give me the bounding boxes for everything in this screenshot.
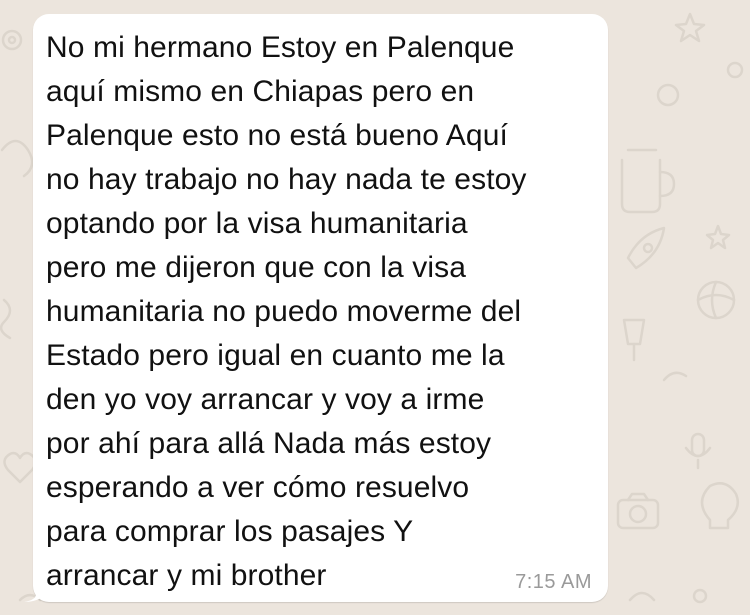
message-line: esperando a ver cómo resuelvo: [46, 471, 470, 504]
message-line: por ahí para allá Nada más estoy: [46, 427, 492, 460]
heart-doodle-icon: [3, 451, 37, 484]
ball-doodle-icon: [696, 280, 736, 320]
message-line: pero me dijeron que con la visa: [46, 251, 467, 284]
bulb-doodle-icon: [700, 482, 739, 530]
swirl-doodle-icon: [0, 139, 34, 340]
message-text: No mi hermano Estoy en Palenque aquí mis…: [46, 26, 527, 598]
star-doodle-icon: [674, 12, 731, 250]
message-line: para comprar los pasajes Y: [46, 515, 414, 548]
camera-doodle-icon: [616, 492, 660, 530]
message-line: humanitaria no puedo moverme del: [46, 295, 522, 328]
message-line: Estado pero igual en cuanto me la: [46, 339, 505, 372]
message-line: arrancar y mi brother: [46, 559, 327, 592]
message-line: Palenque esto no está bueno Aquí: [46, 119, 508, 152]
message-line: no hay trabajo no hay nada te estoy: [46, 163, 527, 196]
lamp-doodle-icon: [622, 318, 688, 382]
message-line: aquí mismo en Chiapas pero en: [46, 75, 475, 108]
message-timestamp: 7:15 AM: [515, 571, 592, 593]
bubble-tail: [24, 582, 46, 602]
cup-doodle-icon: [620, 148, 676, 214]
message-line: optando por la visa humanitaria: [46, 207, 468, 240]
incoming-message-bubble[interactable]: No mi hermano Estoy en Palenque aquí mis…: [33, 14, 608, 602]
message-line: den yo voy arrancar y voy a irme: [46, 383, 485, 416]
gear-doodle-icon: [1, 29, 23, 51]
mic-doodle-icon: [684, 432, 712, 470]
circle-doodle-icon: [656, 61, 744, 107]
message-line: No mi hermano Estoy en Palenque: [46, 31, 515, 64]
rocket-doodle-icon: [626, 226, 666, 270]
